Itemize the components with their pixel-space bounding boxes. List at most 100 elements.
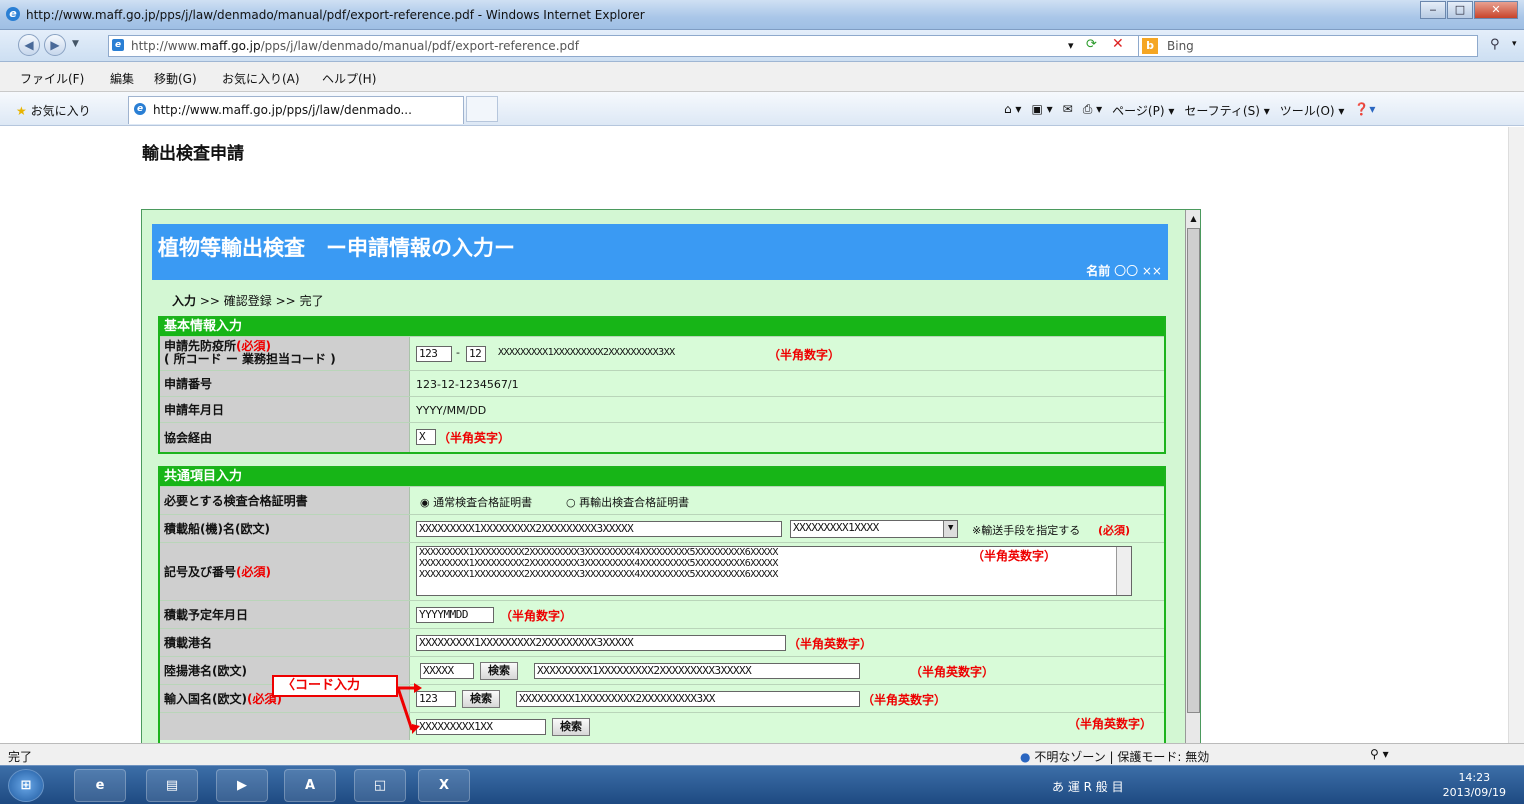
country-name-input[interactable]: XXXXXXXXX1XXXXXXXXX2XXXXXXXXX3XX [516, 691, 860, 707]
taskbar-ie-icon[interactable]: e [74, 769, 126, 802]
history-dropdown-icon[interactable]: ▼ [72, 39, 79, 49]
field-value: YYYY/MM/DD [416, 397, 1164, 422]
marks-line: XXXXXXXXX1XXXXXXXXX2XXXXXXXXX3XXXXXXXXX4… [419, 569, 778, 580]
load-port-hint: （半角英数字） [788, 637, 873, 651]
stop-icon[interactable]: ✕ [1112, 36, 1124, 52]
country-hint: （半角英数字） [862, 693, 947, 707]
field-label: 積載船(機)名(欧文) [160, 515, 410, 542]
home-icon[interactable]: ⌂ ▾ [1004, 102, 1021, 119]
zoom-control[interactable]: ⚲ ▾ [1370, 747, 1389, 761]
cert-radio-normal[interactable]: ◉ 通常検査合格証明書 [420, 494, 532, 510]
form-row-certificate: 必要とする検査合格証明書 ◉ 通常検査合格証明書 ○ 再輸出検査合格証明書 [160, 486, 1164, 514]
tab-page-icon: e [134, 103, 146, 115]
form-panel: 植物等輸出検査 ー申請情報の入力ー 名前 〇〇 ×× 入力 >> 確認登録 >>… [141, 209, 1201, 743]
menu-file[interactable]: ファイル(F) [20, 70, 84, 87]
taskbar-window-icon[interactable]: ◱ [354, 769, 406, 802]
user-value: 〇〇 ×× [1114, 264, 1162, 278]
search-icon[interactable]: ⚲ [1490, 37, 1500, 52]
vessel-name-input[interactable]: XXXXXXXXX1XXXXXXXXX2XXXXXXXXX3XXXXX [416, 521, 782, 537]
minimize-button[interactable]: ‒ [1420, 1, 1446, 19]
close-button[interactable]: ✕ [1474, 1, 1518, 19]
refresh-icon[interactable]: ⟳ [1086, 37, 1097, 52]
partial-hint: （半角英数字） [1068, 717, 1153, 731]
user-label: 名前 [1086, 264, 1111, 278]
field-label: 申請番号 [160, 371, 410, 396]
feeds-icon[interactable]: ▣ ▾ [1031, 102, 1052, 119]
partial-search-button[interactable]: 検索 [552, 718, 590, 736]
unload-port-search-button[interactable]: 検索 [480, 662, 518, 680]
menu-favorites[interactable]: お気に入り(A) [222, 70, 300, 87]
new-tab-button[interactable] [466, 96, 498, 122]
clock-date: 2013/09/19 [1442, 786, 1506, 799]
search-input[interactable]: Bing [1138, 35, 1478, 57]
scroll-thumb[interactable] [1187, 228, 1200, 713]
load-port-input[interactable]: XXXXXXXXX1XXXXXXXXX2XXXXXXXXX3XXXXX [416, 635, 786, 651]
load-date-input[interactable]: YYYYMMDD [416, 607, 494, 623]
favorites-label: お気に入り [30, 104, 91, 118]
tools-menu[interactable]: ツール(O) ▾ [1280, 102, 1345, 119]
form-row-appno: 申請番号 123-12-1234567/1 [160, 370, 1164, 396]
taskbar-media-icon[interactable]: ▶ [216, 769, 268, 802]
system-clock[interactable]: 14:23 2013/09/19 [1443, 770, 1506, 800]
staff-code-input[interactable]: 12 [466, 346, 486, 362]
print-icon[interactable]: ⎙ ▾ [1083, 102, 1102, 119]
bing-icon: b [1142, 38, 1158, 54]
menu-edit[interactable]: 編集 [110, 70, 134, 87]
required-mark: (必須) [236, 565, 271, 579]
maximize-button[interactable]: □ [1447, 1, 1473, 19]
unload-port-name-input[interactable]: XXXXXXXXX1XXXXXXXXX2XXXXXXXXX3XXXXX [534, 663, 860, 679]
field-label: 積載予定年月日 [160, 601, 410, 628]
field-label: 必要とする検査合格証明書 [160, 487, 410, 514]
menu-help[interactable]: ヘルプ(H) [322, 70, 376, 87]
address-bar[interactable]: http://www.maff.go.jp/pps/j/law/denmado/… [108, 35, 1158, 57]
safety-menu[interactable]: セーフティ(S) ▾ [1184, 102, 1269, 119]
office-label: 申請先防疫所 [164, 339, 237, 353]
help-icon[interactable]: ❓▾ [1354, 102, 1375, 119]
field-label: 申請先防疫所(必須) ( 所コード ー 業務担当コード ) [160, 337, 410, 370]
address-dropdown-icon[interactable]: ▾ [1068, 39, 1074, 52]
field-value: XXXXXXXXX1XX 検索 （半角英数字） [416, 713, 1164, 740]
association-hint: （半角英字） [438, 431, 511, 445]
partial-code-input[interactable]: XXXXXXXXX1XX [416, 719, 546, 735]
search-provider-label: Bing [1167, 39, 1194, 53]
transport-required: (必須) [1098, 524, 1131, 537]
form-row-vessel: 積載船(機)名(欧文) XXXXXXXXX1XXXXXXXXX2XXXXXXXX… [160, 514, 1164, 542]
forward-button[interactable]: ▶ [44, 34, 66, 56]
panel-scrollbar[interactable]: ▲ [1185, 210, 1200, 743]
start-button[interactable]: ⊞ [8, 769, 44, 802]
page-menu[interactable]: ページ(P) ▾ [1112, 102, 1174, 119]
taskbar-excel-icon[interactable]: X [418, 769, 470, 802]
taskbar-acrobat-icon[interactable]: A [284, 769, 336, 802]
page-content: 輸出検査申請 植物等輸出検査 ー申請情報の入力ー 名前 〇〇 ×× 入力 >> … [0, 127, 1508, 743]
banner-title: 植物等輸出検査 ー申請情報の入力ー [158, 236, 515, 260]
cert-radio-reexport[interactable]: ○ 再輸出検査合格証明書 [566, 494, 689, 510]
unload-port-code-input[interactable]: XXXXX [420, 663, 474, 679]
scroll-up-icon[interactable]: ▲ [1187, 212, 1200, 225]
field-label: 積載港名 [160, 629, 410, 656]
transport-select[interactable]: XXXXXXXXX1XXXX ▼ [790, 520, 958, 538]
clock-time: 14:23 [1458, 771, 1491, 784]
taskbar-explorer-icon[interactable]: ▤ [146, 769, 198, 802]
favorites-button[interactable]: ★ お気に入り [16, 102, 91, 119]
field-label: 申請年月日 [160, 397, 410, 422]
menu-go[interactable]: 移動(G) [154, 70, 197, 87]
field-value: XXXXXXXXX1XXXXXXXXX2XXXXXXXXX3XXXXX XXXX… [416, 515, 1164, 542]
textarea-scrollbar[interactable] [1116, 547, 1131, 595]
field-value: XXXXXXXXX1XXXXXXXXX2XXXXXXXXX3XXXXXXXXX4… [416, 543, 1164, 600]
association-input[interactable]: X [416, 429, 436, 445]
menu-bar: ファイル(F) 編集 移動(G) お気に入り(A) ヘルプ(H) [0, 62, 1524, 92]
office-sublabel: ( 所コード ー 業務担当コード ) [164, 352, 336, 366]
ime-toolbar[interactable]: あ 運 R 般 目 [1052, 778, 1124, 795]
office-code-input[interactable]: 123 [416, 346, 452, 362]
back-button[interactable]: ◀ [18, 34, 40, 56]
tab-active[interactable]: http://www.maff.go.jp/pps/j/law/denmado.… [128, 96, 464, 124]
window-scrollbar[interactable] [1508, 127, 1524, 743]
globe-icon: ● [1020, 750, 1031, 764]
breadcrumb-separator: >> [199, 294, 220, 308]
field-value: XXXXXXXXX1XXXXXXXXX2XXXXXXXXX3XXXXX （半角英… [416, 629, 1164, 656]
search-options-icon[interactable]: ▾ [1512, 39, 1517, 49]
country-search-button[interactable]: 検索 [462, 690, 500, 708]
address-row: ◀ ▶ ▼ http://www.maff.go.jp/pps/j/law/de… [0, 30, 1524, 62]
mail-icon[interactable]: ✉ [1063, 102, 1073, 119]
unload-port-hint: （半角英数字） [910, 665, 995, 679]
